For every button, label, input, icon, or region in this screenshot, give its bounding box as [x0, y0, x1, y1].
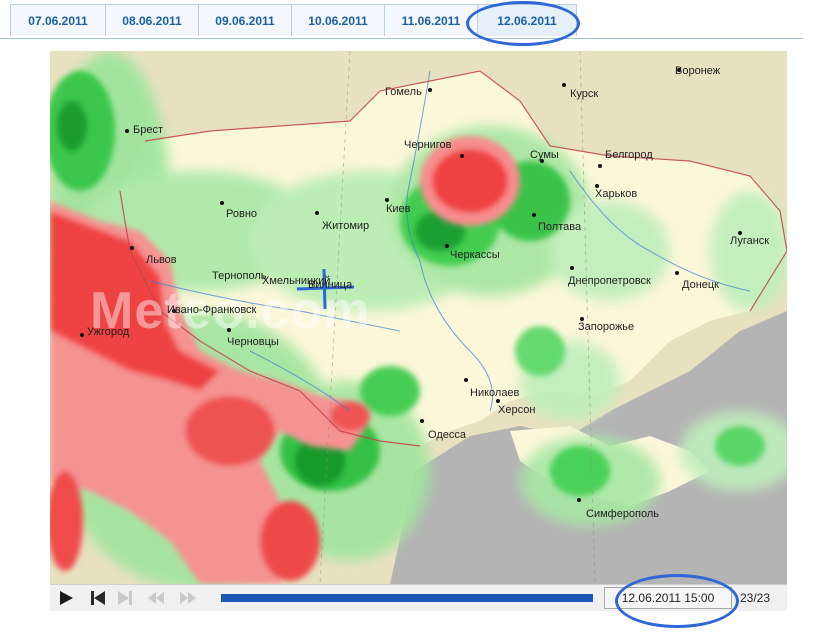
city-dnepropetrovsk: Днепропетровск	[568, 275, 651, 287]
progress-fill	[221, 594, 593, 602]
city-dot	[227, 328, 231, 332]
play-button[interactable]	[55, 588, 77, 608]
step-back-icon	[91, 591, 105, 605]
city-lugansk: Луганск	[730, 235, 770, 247]
date-tab-bar: 07.06.2011 08.06.2011 09.06.2011 10.06.2…	[0, 0, 803, 39]
city-rovno: Ровно	[226, 208, 258, 220]
city-chernovtsy: Черновцы	[227, 336, 279, 348]
rewind-icon	[148, 592, 164, 604]
city-cherkassy: Черкассы	[450, 249, 500, 261]
city-donetsk: Донецк	[682, 279, 719, 291]
tab-11-06-2011[interactable]: 11.06.2011	[384, 4, 478, 36]
fast-forward-button[interactable]	[176, 588, 198, 608]
frame-counter: 23/23	[740, 591, 771, 605]
fast-forward-icon	[180, 592, 196, 604]
city-brest: Брест	[133, 124, 163, 136]
city-dot	[460, 154, 464, 158]
city-kiev: Киев	[386, 203, 411, 215]
city-zaporozhye: Запорожье	[578, 321, 635, 333]
city-voronezh: Воронеж	[675, 65, 721, 77]
city-dot	[598, 164, 602, 168]
city-dot	[80, 333, 84, 337]
city-ternopol: Тернополь	[212, 270, 267, 282]
city-dot	[445, 244, 449, 248]
city-zhitomir: Житомир	[322, 220, 370, 232]
progress-track[interactable]	[221, 594, 593, 602]
city-dot	[464, 378, 468, 382]
city-sumy: Сумы	[530, 149, 559, 161]
animation-player-bar: 12.06.2011 15:00 23/23	[50, 584, 787, 611]
tab-07-06-2011[interactable]: 07.06.2011	[10, 4, 106, 36]
city-dot	[315, 211, 319, 215]
step-back-button[interactable]	[87, 588, 109, 608]
city-belgorod: Белгород	[605, 149, 653, 161]
city-kherson: Херсон	[498, 404, 536, 416]
play-icon	[60, 591, 73, 605]
city-dot	[428, 88, 432, 92]
city-dot	[125, 129, 129, 133]
city-dot	[496, 399, 500, 403]
step-forward-icon	[118, 591, 132, 605]
city-gomel: Гомель	[385, 86, 422, 98]
timestamp-display: 12.06.2011 15:00	[604, 587, 732, 609]
city-ivano-frankovsk: Ивано-Франковск	[167, 304, 257, 316]
city-dot	[562, 83, 566, 87]
city-simferopol: Симферополь	[586, 508, 660, 520]
city-lvov: Львов	[146, 254, 177, 266]
tab-12-06-2011[interactable]: 12.06.2011	[477, 4, 577, 36]
city-vinnitsa: Винница	[308, 279, 353, 291]
city-kursk: Курск	[570, 88, 599, 100]
tab-08-06-2011[interactable]: 08.06.2011	[105, 4, 199, 36]
city-dot	[420, 419, 424, 423]
city-kharkov: Харьков	[595, 188, 638, 200]
rewind-button[interactable]	[144, 588, 166, 608]
city-chernigov: Чернигов	[404, 139, 452, 151]
city-poltava: Полтава	[538, 221, 582, 233]
city-dot	[577, 498, 581, 502]
city-dot	[220, 201, 224, 205]
city-odessa: Одесса	[428, 429, 466, 441]
city-dot	[130, 246, 134, 250]
step-forward-button[interactable]	[114, 588, 136, 608]
city-dot	[675, 271, 679, 275]
city-dot	[532, 213, 536, 217]
city-nikolaev: Николаев	[470, 387, 520, 399]
city-dot	[570, 266, 574, 270]
city-uzhgorod: Ужгород	[87, 326, 130, 338]
tab-09-06-2011[interactable]: 09.06.2011	[198, 4, 292, 36]
tab-10-06-2011[interactable]: 10.06.2011	[291, 4, 385, 36]
precipitation-map[interactable]: Meteo.com Воронеж Гомель Курск Брест Чер…	[50, 51, 787, 584]
city-dot	[385, 198, 389, 202]
